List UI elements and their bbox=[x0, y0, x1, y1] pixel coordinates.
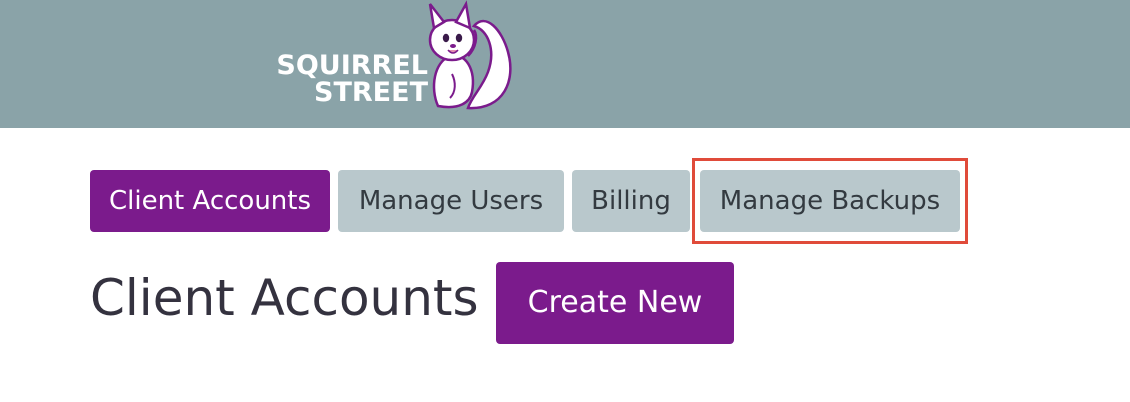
create-new-button[interactable]: Create New bbox=[496, 262, 734, 344]
logo-wordmark: SQUIRREL STREET bbox=[268, 52, 428, 106]
tab-manage-backups[interactable]: Manage Backups bbox=[700, 170, 960, 232]
logo-line-1: SQUIRREL bbox=[276, 50, 428, 81]
tab-client-accounts[interactable]: Client Accounts bbox=[90, 170, 330, 232]
squirrel-logo-icon bbox=[428, 0, 512, 110]
tab-manage-users[interactable]: Manage Users bbox=[338, 170, 564, 232]
tab-billing[interactable]: Billing bbox=[572, 170, 690, 232]
logo-line-2: STREET bbox=[314, 77, 428, 108]
brand-logo[interactable]: SQUIRREL STREET bbox=[268, 0, 518, 116]
site-header: SQUIRREL STREET bbox=[0, 0, 1130, 128]
page-title: Client Accounts bbox=[90, 269, 479, 327]
